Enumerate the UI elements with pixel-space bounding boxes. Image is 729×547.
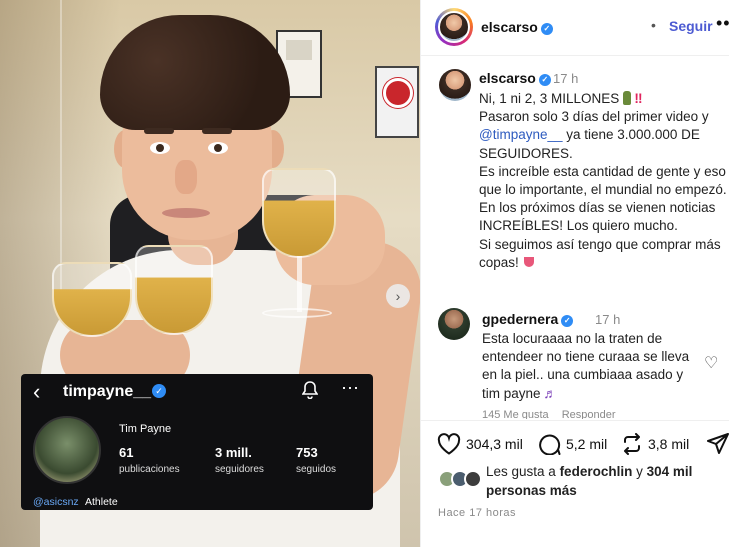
person-eye-right [208,142,228,154]
person-mouth [162,208,210,218]
comment-like-heart-icon[interactable]: ♡ [704,353,718,373]
post-side-panel: elscarso✓ • Seguir ••• elscarso✓ 17 h Ni… [420,0,729,547]
post-media[interactable]: › ‹ timpayne__ ✓ ⋯ Tim Payne 61 publicaci… [0,0,420,547]
wall-frame-club-badge [375,66,419,138]
beer-glass-right [262,168,336,258]
likes-count: 304,3 mil [466,436,523,452]
comment-button[interactable]: 5,2 mil [537,433,608,456]
wine-glass-emoji-icon [523,256,534,267]
comment-username[interactable]: gpedernera ✓ [482,311,574,327]
liker-avatars[interactable] [438,470,484,490]
comments-count: 5,2 mil [566,436,608,452]
caption-time[interactable]: 17 h [553,71,578,86]
liker-avatar [464,470,482,488]
follow-button[interactable]: Seguir [669,18,713,34]
person-brow-right [202,128,232,134]
comment-meta: 145 Me gusta Responder [482,409,722,419]
person-eye-left [150,142,170,154]
person-hair [100,15,290,130]
send-button[interactable] [707,433,729,455]
glass-base [262,308,332,318]
profile-card-overlay: ‹ timpayne__ ✓ ⋯ Tim Payne 61 publicacion… [21,374,373,510]
card-handle: timpayne__ [63,383,152,400]
door-edge [60,0,62,300]
post-header: elscarso✓ • Seguir ••• [421,0,729,56]
bell-icon [301,381,319,404]
paper-plane-icon [707,433,729,454]
music-note-emoji-icon: ♬ [543,385,558,401]
verified-badge-icon: ✓ [540,23,553,35]
double-exclamation-emoji-icon: ‼ [634,91,643,106]
caption-username[interactable]: elscarso ✓ [479,70,551,86]
repost-icon [624,433,640,455]
more-options-icon[interactable]: ••• [716,13,729,34]
caption-text: Ni, 1 ni 2, 3 MILLONES ‼ Pasaron solo 3 d… [479,91,727,270]
person-nose [175,160,197,194]
card-link-suffix: Athlete [85,496,118,508]
shares-count: 3,8 mil [648,436,690,452]
beer-glass-center [135,245,213,335]
caption-avatar[interactable] [439,69,471,101]
liker-username[interactable]: federochlin [560,464,633,479]
card-stat-followers: 3 mill. seguidores [215,445,264,475]
card-display-name: Tim Payne [119,423,172,435]
card-more-icon: ⋯ [341,378,360,398]
card-link-mention: @asicsnz [33,496,79,508]
header-avatar[interactable] [438,11,470,43]
story-ring[interactable] [435,8,473,46]
next-slide-button[interactable]: › [386,284,410,308]
comment-bubble-icon [539,434,561,456]
verified-badge-icon: ✓ [561,315,574,327]
verified-badge-icon: ✓ [538,74,551,86]
header-username[interactable]: elscarso ✓ [481,19,553,35]
back-arrow-icon: ‹ [33,379,41,404]
header-separator-dot: • [651,17,656,33]
card-stat-posts: 61 publicaciones [119,445,180,475]
like-button[interactable]: 304,3 mil [437,433,523,455]
repost-button[interactable]: 3,8 mil [621,433,689,455]
comment-reply-button[interactable]: Responder [562,409,616,419]
heart-icon [437,433,461,455]
comment-avatar[interactable] [438,308,470,340]
likes-summary[interactable]: Les gusta a federochlin y 304 mil person… [486,463,726,500]
comment-time[interactable]: 17 h [595,312,620,327]
card-avatar [33,416,101,484]
post-timestamp[interactable]: Hace 17 horas [438,507,516,519]
caption-mention-link[interactable]: @timpayne__ [479,127,563,142]
comment-likes-count[interactable]: 145 Me gusta [482,409,549,419]
person-brow-left [144,128,174,134]
comment-text: Esta locuraaaa no la traten de entendeer… [482,331,690,401]
card-stat-following: 753 seguidos [296,445,337,475]
glass-stem [297,256,302,312]
bottle-emoji-icon [623,91,632,105]
verified-badge-icon: ✓ [152,384,166,398]
action-bar: 304,3 mil 5,2 mil 3,8 mil [421,420,729,464]
